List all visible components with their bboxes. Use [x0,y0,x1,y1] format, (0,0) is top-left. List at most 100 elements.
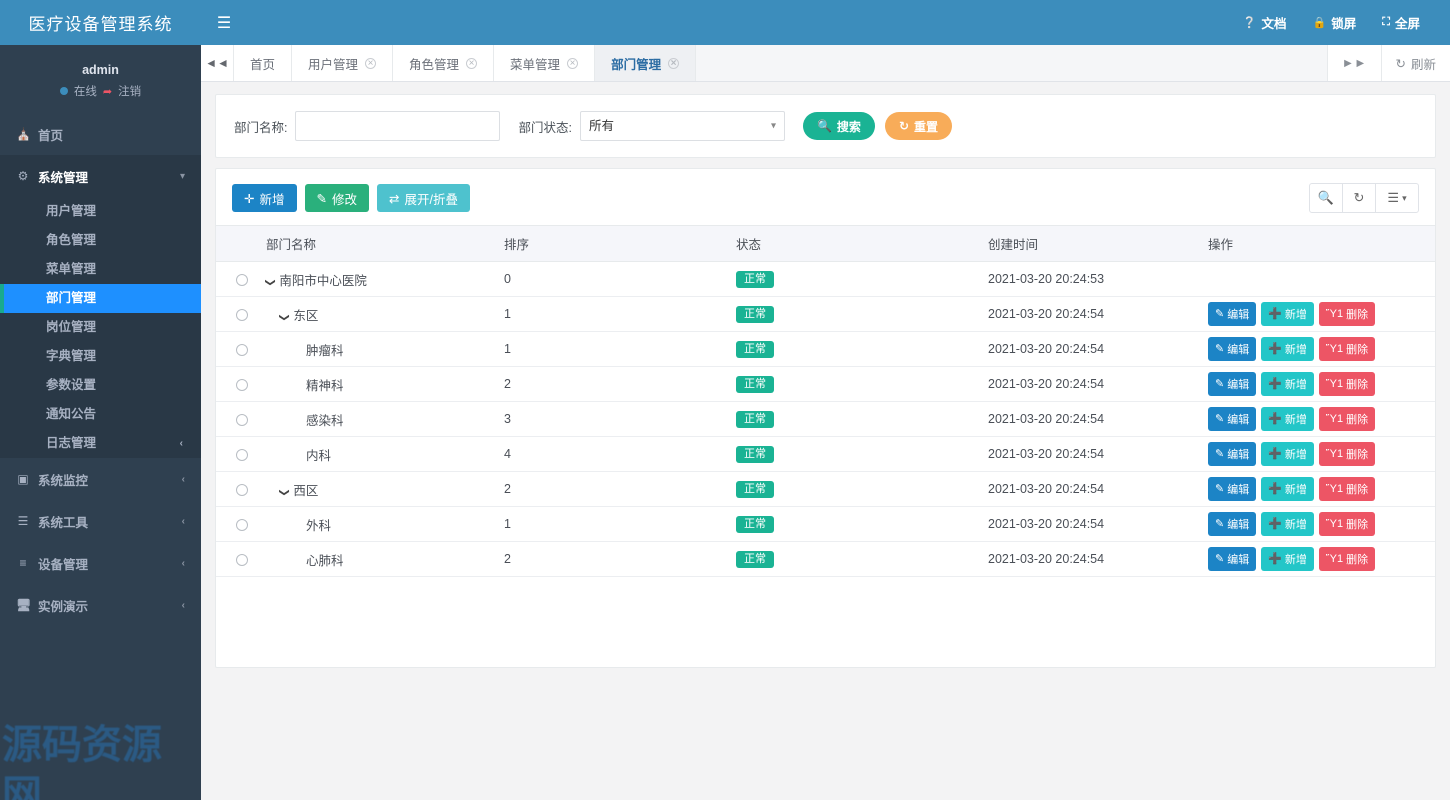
doc-button[interactable]: ❔ 文档 [1243,13,1287,32]
sidebar-item-system-management[interactable]: ⚙ 系统管理 ▾ 用户管理 角色管理 菜单管理 部门管理 岗位管理 字典管理 参… [0,155,201,458]
sidebar-item-device-management-link[interactable]: ≡ 设备管理 ‹ [0,542,201,584]
table-row[interactable]: ❯ 南阳市中心医院 0 正常 2021-03-20 20:24:53 [216,261,1435,297]
fullscreen-button[interactable]: ⛶ 全屏 [1382,13,1420,32]
close-icon[interactable]: × [567,57,579,69]
sidebar-item-system-tools-link[interactable]: ☰ 系统工具 ‹ [0,500,201,542]
row-delete-button[interactable]: Ὕ1 删除 [1318,337,1376,362]
sidebar-item-home-link[interactable]: ⛪ 首页 [0,113,201,155]
dept-name-input[interactable] [295,111,501,141]
table-row[interactable]: 精神科 2 正常 2021-03-20 20:24:54 ✎ 编辑 ➕ 新增 Ὕ1 删除 [216,366,1435,402]
table-row[interactable]: 心肺科 2 正常 2021-03-20 20:24:54 ✎ 编辑 ➕ 新增 Ὕ1 删除 [216,541,1435,577]
row-radio-cell[interactable] [216,366,258,402]
table-refresh-button[interactable]: ↻ [1342,183,1376,213]
tab-home[interactable]: 首页 [234,45,293,81]
row-delete-button[interactable]: Ὕ1 删除 [1318,302,1376,327]
search-button[interactable]: 🔍 搜索 [802,112,875,140]
hamburger-icon[interactable]: ☰ [201,0,247,45]
row-radio-cell[interactable] [216,261,258,297]
row-radio[interactable] [236,273,248,286]
row-radio-cell[interactable] [216,401,258,437]
sidebar-item-demo-link[interactable]: 🖥 实例演示 ‹ [0,584,201,626]
table-row[interactable]: 肿瘤科 1 正常 2021-03-20 20:24:54 ✎ 编辑 ➕ 新增 Ὕ1 删除 [216,331,1435,367]
sidebar-item-system-tools[interactable]: ☰ 系统工具 ‹ [0,500,201,542]
sidebar-item-menu-management[interactable]: 菜单管理 [0,255,201,284]
row-add-button[interactable]: ➕ 新增 [1261,511,1314,536]
row-delete-button[interactable]: Ὕ1 删除 [1318,407,1376,432]
row-edit-button[interactable]: ✎ 编辑 [1208,301,1257,326]
add-button[interactable]: ✛ 新增 [232,184,297,212]
row-radio[interactable] [236,518,248,531]
row-delete-button[interactable]: Ὕ1 删除 [1318,547,1376,572]
table-columns-button[interactable]: ☰ ▾ [1375,183,1419,213]
table-row[interactable]: 外科 1 正常 2021-03-20 20:24:54 ✎ 编辑 ➕ 新增 Ὕ1 删除 [216,506,1435,542]
row-delete-button[interactable]: Ὕ1 删除 [1318,442,1376,467]
row-add-button[interactable]: ➕ 新增 [1261,371,1314,396]
sidebar-item-param-settings[interactable]: 参数设置 [0,371,201,400]
row-edit-button[interactable]: ✎ 编辑 [1208,336,1257,361]
sidebar-item-role-management[interactable]: 角色管理 [0,226,201,255]
row-radio-cell[interactable] [216,471,258,507]
table-row[interactable]: 内科 4 正常 2021-03-20 20:24:54 ✎ 编辑 ➕ 新增 Ὕ1 删除 [216,436,1435,472]
expand-collapse-button[interactable]: ⇄ 展开/折叠 [377,184,470,212]
edit-button[interactable]: ✎ 修改 [304,184,369,212]
sidebar-item-system-monitor[interactable]: ▣ 系统监控 ‹ [0,458,201,500]
sidebar-item-device-management[interactable]: ≡ 设备管理 ‹ [0,542,201,584]
row-radio[interactable] [236,343,248,356]
tab-user-management[interactable]: 用户管理 × [292,45,394,81]
row-add-button[interactable]: ➕ 新增 [1261,336,1314,361]
table-row[interactable]: ❯ 东区 1 正常 2021-03-20 20:24:54 ✎ 编辑 ➕ 新增 Ὕ1 删除 [216,296,1435,332]
sidebar-item-dept-management[interactable]: 部门管理 [0,284,201,313]
table-search-button[interactable]: 🔍 [1309,183,1343,213]
tabs-scroll-left-icon[interactable]: ◄◄ [201,45,234,81]
row-radio-cell[interactable] [216,436,258,472]
row-radio[interactable] [236,308,248,321]
row-add-button[interactable]: ➕ 新增 [1261,546,1314,571]
row-edit-button[interactable]: ✎ 编辑 [1208,371,1257,396]
table-row[interactable]: ❯ 西区 2 正常 2021-03-20 20:24:54 ✎ 编辑 ➕ 新增 Ὕ1 删除 [216,471,1435,507]
logout-icon[interactable]: ➦ [103,85,112,98]
row-delete-button[interactable]: Ὕ1 删除 [1318,512,1376,537]
lock-screen-button[interactable]: 🔒 锁屏 [1313,13,1357,32]
logout-label[interactable]: 注销 [118,83,141,99]
row-radio[interactable] [236,448,248,461]
tabs-scroll-right-icon[interactable]: ►► [1326,45,1381,81]
close-icon[interactable]: × [365,57,377,69]
tab-dept-management[interactable]: 部门管理 × [595,45,697,81]
row-delete-button[interactable]: Ὕ1 删除 [1318,372,1376,397]
sidebar-item-demo[interactable]: 🖥 实例演示 ‹ [0,584,201,626]
row-add-button[interactable]: ➕ 新增 [1261,476,1314,501]
row-radio[interactable] [236,483,248,496]
close-icon[interactable]: × [668,57,680,69]
row-delete-button[interactable]: Ὕ1 删除 [1318,477,1376,502]
sidebar-item-dict-management[interactable]: 字典管理 [0,342,201,371]
row-radio-cell[interactable] [216,541,258,577]
close-icon[interactable]: × [466,57,478,69]
row-edit-button[interactable]: ✎ 编辑 [1208,406,1257,431]
row-edit-button[interactable]: ✎ 编辑 [1208,511,1257,536]
sidebar-item-system-monitor-link[interactable]: ▣ 系统监控 ‹ [0,458,201,500]
sidebar-item-system-management-link[interactable]: ⚙ 系统管理 ▾ [0,155,201,197]
tree-expand-chevron-down-icon[interactable]: ❯ [279,488,290,496]
row-radio[interactable] [236,413,248,426]
row-add-button[interactable]: ➕ 新增 [1261,441,1314,466]
row-edit-button[interactable]: ✎ 编辑 [1208,476,1257,501]
row-radio[interactable] [236,553,248,566]
row-radio-cell[interactable] [216,506,258,542]
row-radio[interactable] [236,378,248,391]
tab-menu-management[interactable]: 菜单管理 × [494,45,596,81]
sidebar-item-home[interactable]: ⛪ 首页 [0,113,201,155]
row-radio-cell[interactable] [216,296,258,332]
row-edit-button[interactable]: ✎ 编辑 [1208,441,1257,466]
sidebar-item-notice[interactable]: 通知公告 [0,400,201,429]
row-edit-button[interactable]: ✎ 编辑 [1208,546,1257,571]
sidebar-item-post-management[interactable]: 岗位管理 [0,313,201,342]
tree-expand-chevron-down-icon[interactable]: ❯ [265,278,276,286]
reset-button[interactable]: ↻ 重置 [884,112,953,140]
tab-role-management[interactable]: 角色管理 × [393,45,495,81]
dept-status-select[interactable]: 所有 [579,111,785,141]
tree-expand-chevron-down-icon[interactable]: ❯ [279,313,290,321]
row-add-button[interactable]: ➕ 新增 [1261,301,1314,326]
refresh-button[interactable]: ↻ 刷新 [1380,45,1450,81]
row-radio-cell[interactable] [216,331,258,367]
sidebar-item-log-management[interactable]: 日志管理 ‹ [0,429,201,458]
